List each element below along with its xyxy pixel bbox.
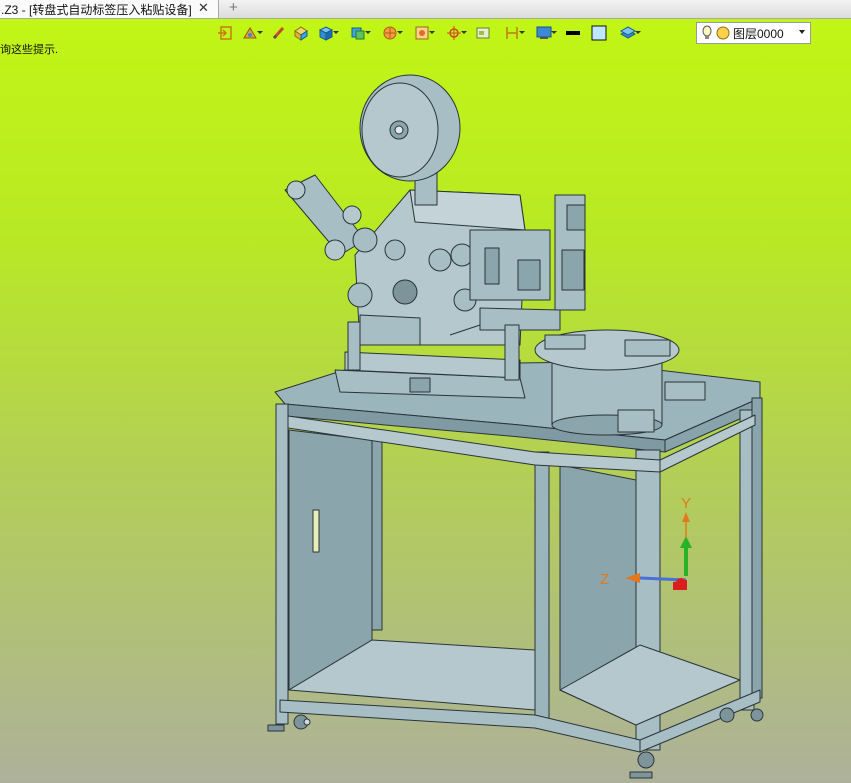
- document-tab-bar: .Z3 - [转盘式自动标签压入粘贴设备] ✕ +: [0, 0, 851, 19]
- sketch-style-icon[interactable]: [236, 23, 264, 43]
- document-tab[interactable]: .Z3 - [转盘式自动标签压入粘贴设备] ✕: [0, 0, 219, 18]
- layer-stack-icon[interactable]: [614, 23, 642, 43]
- layer-select[interactable]: 图层0000: [696, 22, 811, 44]
- view-cube-icon[interactable]: [344, 23, 372, 43]
- orientation-triad: Y Z: [600, 495, 692, 590]
- crosshair-icon[interactable]: [440, 23, 468, 43]
- section-view-icon[interactable]: [376, 23, 404, 43]
- solid-icon[interactable]: [290, 23, 312, 43]
- prompt-hint-text: 询这些提示.: [0, 44, 59, 56]
- plus-icon[interactable]: +: [229, 0, 238, 16]
- close-icon[interactable]: ✕: [198, 0, 209, 16]
- image-frame-icon[interactable]: [408, 23, 436, 43]
- machine-model[interactable]: [0, 0, 851, 783]
- color-swatch-icon[interactable]: [588, 23, 610, 43]
- brush-icon[interactable]: [268, 23, 290, 43]
- view-toolbar: [214, 22, 642, 44]
- y-axis-label: Y: [681, 495, 691, 512]
- chevron-down-icon[interactable]: [799, 30, 805, 34]
- document-tab-title: .Z3 - [转盘式自动标签压入粘贴设备]: [1, 2, 192, 17]
- cube-blue-icon[interactable]: [312, 23, 340, 43]
- dimension-icon[interactable]: [498, 23, 526, 43]
- layer-value: 图层0000: [733, 26, 784, 41]
- light-panel-icon[interactable]: [472, 23, 494, 43]
- 3d-viewport[interactable]: .Z3 - [转盘式自动标签压入粘贴设备] ✕ + 询这些提示. 图层0000 …: [0, 0, 851, 783]
- exit-sketch-icon[interactable]: [214, 23, 236, 43]
- yellow-circle-icon: [716, 26, 730, 40]
- z-axis-label: Z: [600, 571, 609, 588]
- line-weight-icon[interactable]: [562, 23, 584, 43]
- background-display-icon[interactable]: [530, 23, 558, 43]
- lightbulb-icon[interactable]: [701, 25, 713, 41]
